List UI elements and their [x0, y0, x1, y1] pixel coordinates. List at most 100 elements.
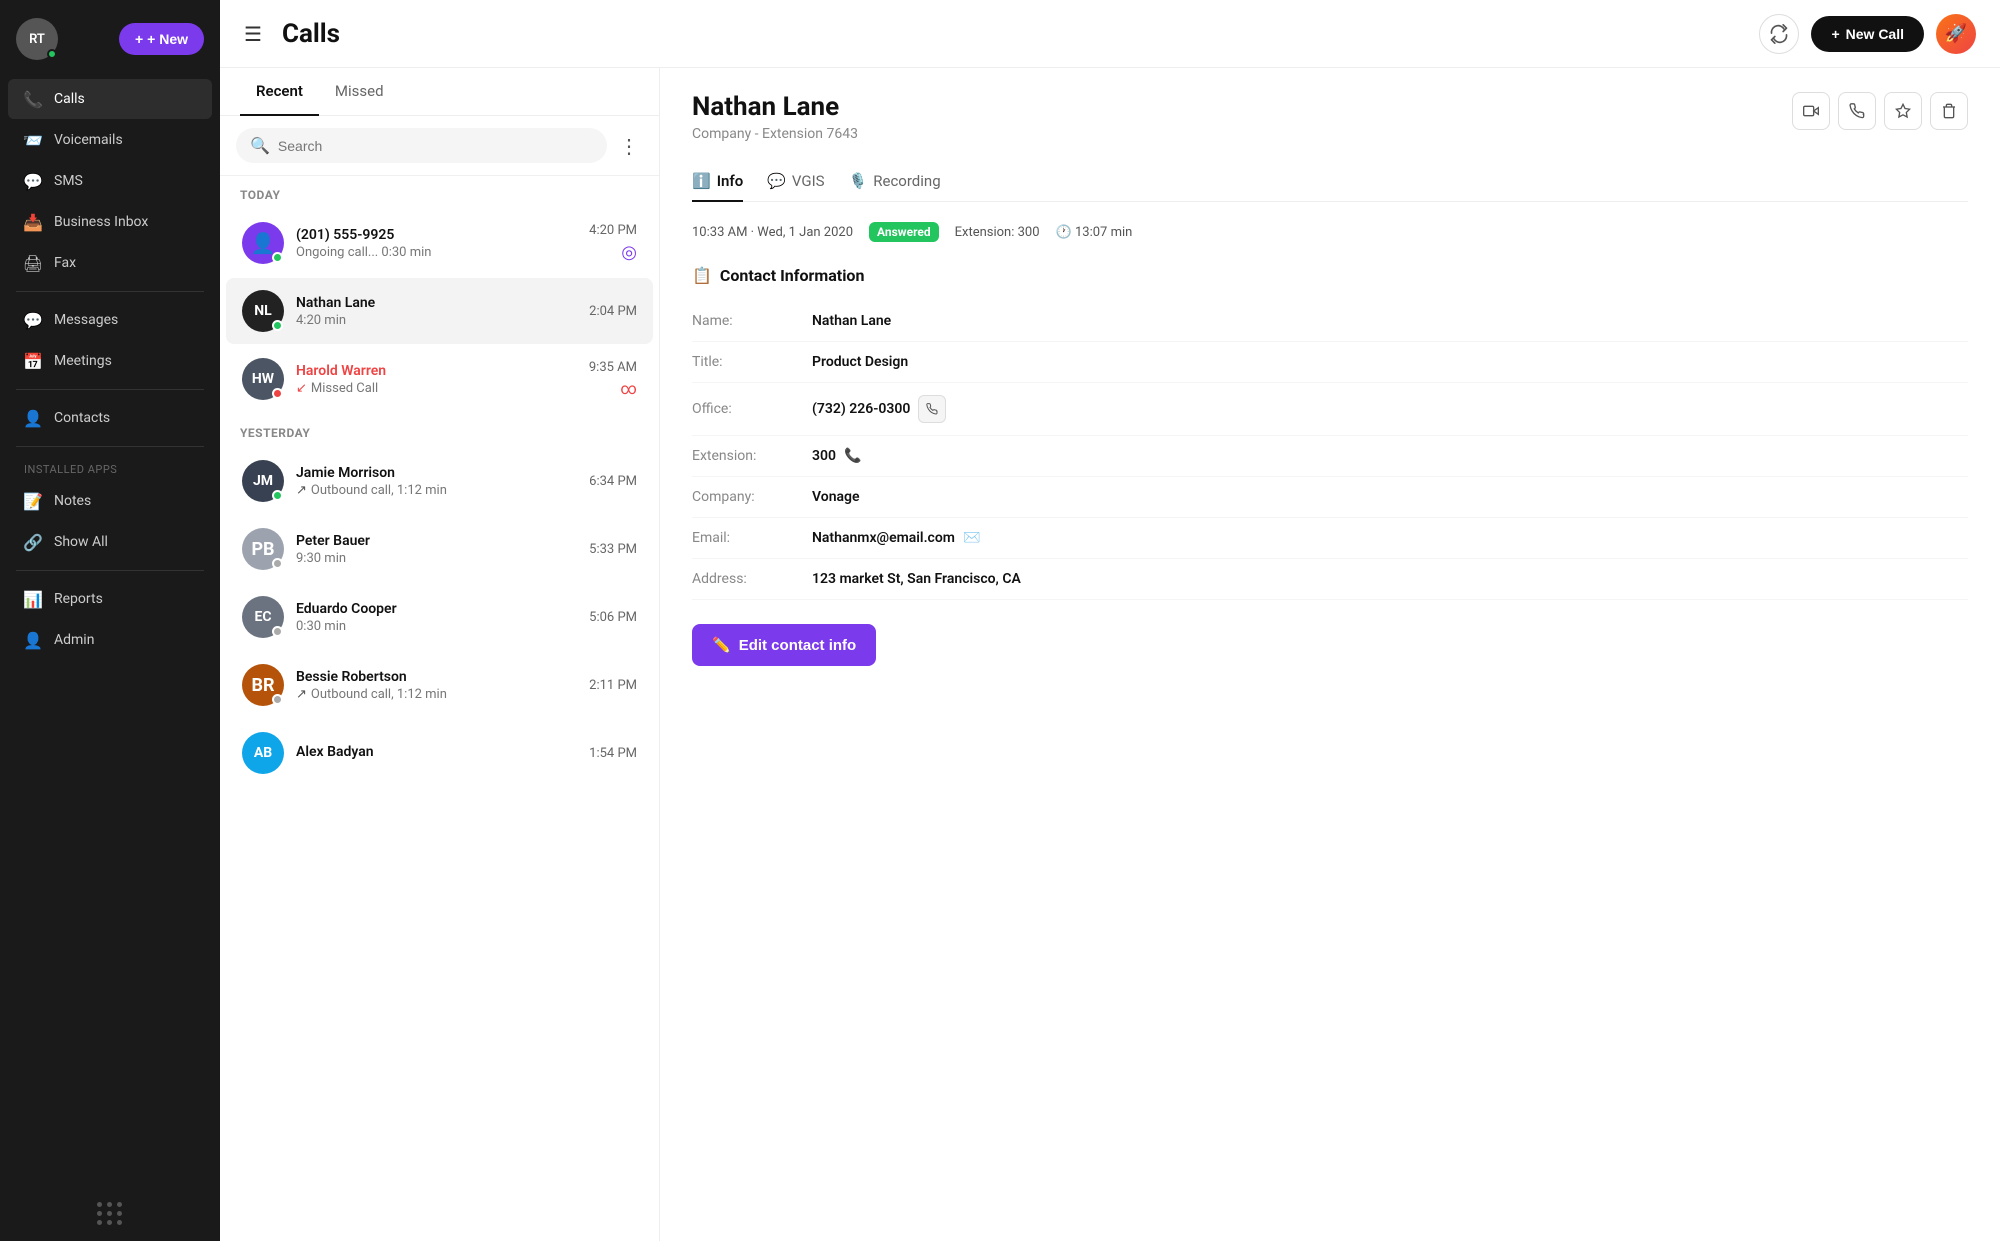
status-dot [272, 558, 283, 569]
call-avatar: 👤 [242, 222, 284, 264]
contact-info-row-office: Office: (732) 226-0300 [692, 383, 1968, 436]
call-office-button[interactable] [918, 395, 946, 423]
field-value: Product Design [812, 354, 908, 370]
field-label: Name: [692, 313, 812, 329]
video-button[interactable] [1792, 92, 1830, 130]
call-name: Bessie Robertson [296, 669, 577, 685]
list-item[interactable]: PB Peter Bauer 9:30 min 5:33 PM [226, 516, 653, 582]
sidebar-item-show-all[interactable]: 🔗 Show All [8, 522, 212, 562]
call-name: Nathan Lane [296, 295, 577, 311]
delete-button[interactable] [1930, 92, 1968, 130]
star-button[interactable] [1884, 92, 1922, 130]
sidebar-item-business-inbox[interactable]: 📥 Business Inbox [8, 202, 212, 242]
call-sub: 4:20 min [296, 313, 577, 328]
sidebar-item-meetings[interactable]: 📅 Meetings [8, 341, 212, 381]
contacts-icon: 👤 [24, 409, 42, 427]
tab-info[interactable]: ℹ️ Info [692, 162, 743, 202]
calls-tabs: Recent Missed [220, 68, 659, 116]
initials: BR [251, 675, 274, 696]
info-tab-icon: ℹ️ [692, 172, 711, 190]
status-dot [272, 490, 283, 501]
section-yesterday: YESTERDAY [220, 414, 659, 446]
email-icon[interactable]: ✉️ [963, 530, 980, 546]
show-all-icon: 🔗 [24, 533, 42, 551]
list-item[interactable]: JM Jamie Morrison ↗ Outbound call, 1:12 … [226, 448, 653, 514]
call-info: Alex Badyan [296, 744, 577, 762]
outbound-arrow-icon: ↗ [296, 687, 307, 702]
sidebar-item-admin[interactable]: 👤 Admin [8, 620, 212, 660]
tab-missed[interactable]: Missed [319, 68, 400, 116]
sidebar-item-label: Admin [54, 632, 94, 648]
call-time: 2:04 PM [589, 304, 637, 319]
call-avatar: EC [242, 596, 284, 638]
rocket-button[interactable]: 🚀 [1936, 14, 1976, 54]
edit-contact-button[interactable]: ✏️ Edit contact info [692, 624, 876, 666]
menu-icon[interactable]: ☰ [244, 22, 262, 46]
more-options-icon[interactable]: ⋮ [615, 130, 643, 162]
call-datetime: 10:33 AM · Wed, 1 Jan 2020 [692, 225, 853, 240]
recording-tab-icon: 🎙️ [849, 172, 868, 190]
sidebar-item-label: Voicemails [54, 132, 123, 148]
detail-header: Nathan Lane Company - Extension 7643 [692, 92, 1968, 142]
new-button-plus: + [135, 31, 143, 47]
sync-button[interactable] [1759, 14, 1799, 54]
field-value: Nathan Lane [812, 313, 891, 329]
contact-info-row-extension: Extension: 300 📞 [692, 436, 1968, 477]
call-info: Jamie Morrison ↗ Outbound call, 1:12 min [296, 465, 577, 498]
main-area: ☰ Calls + New Call 🚀 [220, 0, 2000, 1241]
sidebar-item-sms[interactable]: 💬 SMS [8, 161, 212, 201]
list-item[interactable]: BR Bessie Robertson ↗ Outbound call, 1:1… [226, 652, 653, 718]
contact-info-row-email: Email: Nathanmx@email.com ✉️ [692, 518, 1968, 559]
sidebar-item-calls[interactable]: 📞 Calls [8, 79, 212, 119]
sidebar-item-fax[interactable]: 🖨 Fax [8, 243, 212, 283]
list-item[interactable]: NL Nathan Lane 4:20 min 2:04 PM [226, 278, 653, 344]
pencil-icon: ✏️ [712, 636, 731, 654]
field-label: Address: [692, 571, 812, 587]
new-button[interactable]: + + New [119, 23, 204, 55]
tab-recording[interactable]: 🎙️ Recording [849, 162, 941, 202]
initials: EC [254, 609, 271, 625]
sidebar-item-label: Contacts [54, 410, 110, 426]
call-time-col: 6:34 PM [589, 474, 637, 489]
search-input[interactable] [278, 138, 593, 154]
call-info: Peter Bauer 9:30 min [296, 533, 577, 566]
call-avatar: BR [242, 664, 284, 706]
list-item[interactable]: HW Harold Warren ↙ Missed Call 9:35 AM ∞ [226, 346, 653, 412]
call-name: (201) 555-9925 [296, 227, 577, 243]
search-icon: 🔍 [250, 136, 270, 155]
calls-icon: 📞 [24, 90, 42, 108]
sidebar-item-reports[interactable]: 📊 Reports [8, 579, 212, 619]
phone-icon [1849, 103, 1865, 119]
tab-vgis[interactable]: 💬 VGIS [767, 162, 824, 202]
list-item[interactable]: 👤 (201) 555-9925 Ongoing call... 0:30 mi… [226, 210, 653, 276]
apps-grid-icon[interactable] [97, 1202, 123, 1225]
call-name: Jamie Morrison [296, 465, 577, 481]
call-time: 5:33 PM [589, 542, 637, 557]
new-call-label: New Call [1846, 26, 1904, 42]
call-button[interactable] [1838, 92, 1876, 130]
contact-info-row-title: Title: Product Design [692, 342, 1968, 383]
notes-icon: 📝 [24, 492, 42, 510]
new-call-button[interactable]: + New Call [1811, 16, 1924, 52]
star-icon [1895, 103, 1911, 119]
answered-badge: Answered [869, 222, 939, 242]
field-label: Company: [692, 489, 812, 505]
sidebar-item-messages[interactable]: 💬 Messages [8, 300, 212, 340]
call-ext-icon[interactable]: 📞 [844, 448, 861, 464]
call-time: 4:20 PM [589, 223, 637, 238]
initials: NL [254, 303, 271, 319]
list-item[interactable]: EC Eduardo Cooper 0:30 min 5:06 PM [226, 584, 653, 650]
initials: PB [251, 539, 274, 560]
topbar: ☰ Calls + New Call 🚀 [220, 0, 2000, 68]
sidebar-item-contacts[interactable]: 👤 Contacts [8, 398, 212, 438]
field-label: Extension: [692, 448, 812, 464]
tab-recent[interactable]: Recent [240, 68, 319, 116]
call-info: Eduardo Cooper 0:30 min [296, 601, 577, 634]
contact-info-section: 📋 Contact Information Name: Nathan Lane … [692, 266, 1968, 666]
person-icon: 👤 [251, 231, 276, 255]
sidebar-item-voicemails[interactable]: 📨 Voicemails [8, 120, 212, 160]
list-item[interactable]: AB Alex Badyan 1:54 PM [226, 720, 653, 786]
sidebar-item-notes[interactable]: 📝 Notes [8, 481, 212, 521]
sidebar-divider-1 [16, 291, 204, 292]
call-name: Eduardo Cooper [296, 601, 577, 617]
